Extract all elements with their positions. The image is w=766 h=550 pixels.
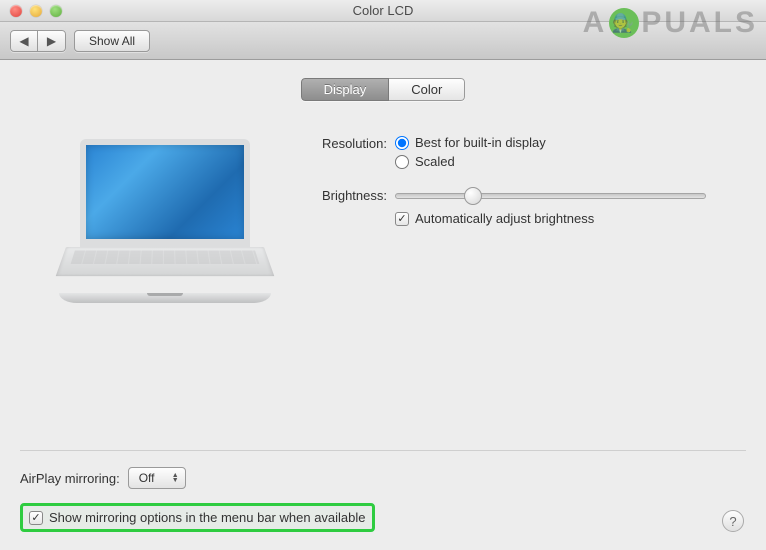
back-button[interactable]: ◀ [10, 30, 38, 52]
resolution-best-label: Best for built-in display [415, 135, 546, 150]
laptop-base-icon [59, 293, 271, 303]
chevron-left-icon: ◀ [19, 34, 28, 48]
mirror-checkbox-highlight: ✓ Show mirroring options in the menu bar… [20, 503, 375, 532]
resolution-label: Resolution: [300, 135, 395, 151]
mirror-checkbox[interactable]: ✓ [29, 511, 43, 525]
resolution-options: Best for built-in display Scaled [395, 135, 546, 173]
help-icon: ? [729, 514, 736, 529]
brightness-label: Brightness: [300, 187, 395, 203]
resolution-scaled-radio[interactable] [395, 155, 409, 169]
content: Display Color Resolution: Best for built… [0, 78, 766, 323]
resolution-scaled-label: Scaled [415, 154, 455, 169]
resolution-scaled-option[interactable]: Scaled [395, 154, 546, 169]
titlebar: Color LCD [0, 0, 766, 22]
tabs: Display Color [20, 78, 746, 101]
auto-brightness-label: Automatically adjust brightness [415, 211, 594, 226]
window-controls [0, 5, 62, 17]
chevron-right-icon: ▶ [47, 34, 56, 48]
bottom-divider: AirPlay mirroring: Off ▲▼ ✓ Show mirrori… [20, 450, 746, 532]
auto-brightness-option[interactable]: ✓ Automatically adjust brightness [395, 211, 706, 226]
airplay-label: AirPlay mirroring: [20, 471, 120, 486]
tab-display[interactable]: Display [301, 78, 390, 101]
display-pane: Resolution: Best for built-in display Sc… [20, 101, 746, 323]
auto-brightness-checkbox[interactable]: ✓ [395, 212, 409, 226]
nav-back-forward: ◀ ▶ [10, 30, 66, 52]
toolbar: ◀ ▶ Show All [0, 22, 766, 60]
zoom-icon[interactable] [50, 5, 62, 17]
show-all-button[interactable]: Show All [74, 30, 150, 52]
popup-arrows-icon: ▲▼ [172, 473, 179, 483]
display-thumbnail [60, 139, 270, 303]
tab-color[interactable]: Color [389, 78, 465, 101]
forward-button[interactable]: ▶ [38, 30, 66, 52]
bottom-panel: AirPlay mirroring: Off ▲▼ ✓ Show mirrori… [20, 450, 746, 532]
laptop-keyboard-icon [56, 247, 275, 276]
close-icon[interactable] [10, 5, 22, 17]
airplay-value: Off [139, 471, 155, 485]
window-title: Color LCD [0, 3, 766, 18]
help-button[interactable]: ? [722, 510, 744, 532]
resolution-best-radio[interactable] [395, 136, 409, 150]
tabbar: Display Color [301, 78, 466, 101]
settings: Resolution: Best for built-in display Sc… [300, 131, 726, 303]
brightness-slider[interactable] [395, 193, 706, 199]
slider-thumb-icon[interactable] [464, 187, 482, 205]
resolution-row: Resolution: Best for built-in display Sc… [300, 135, 726, 173]
airplay-row: AirPlay mirroring: Off ▲▼ [20, 467, 746, 489]
resolution-best-option[interactable]: Best for built-in display [395, 135, 546, 150]
mirror-checkbox-label: Show mirroring options in the menu bar w… [49, 510, 366, 525]
brightness-control: ✓ Automatically adjust brightness [395, 187, 726, 226]
minimize-icon[interactable] [30, 5, 42, 17]
brightness-row: Brightness: ✓ Automatically adjust brigh… [300, 187, 726, 226]
laptop-screen-icon [80, 139, 250, 249]
airplay-popup[interactable]: Off ▲▼ [128, 467, 186, 489]
